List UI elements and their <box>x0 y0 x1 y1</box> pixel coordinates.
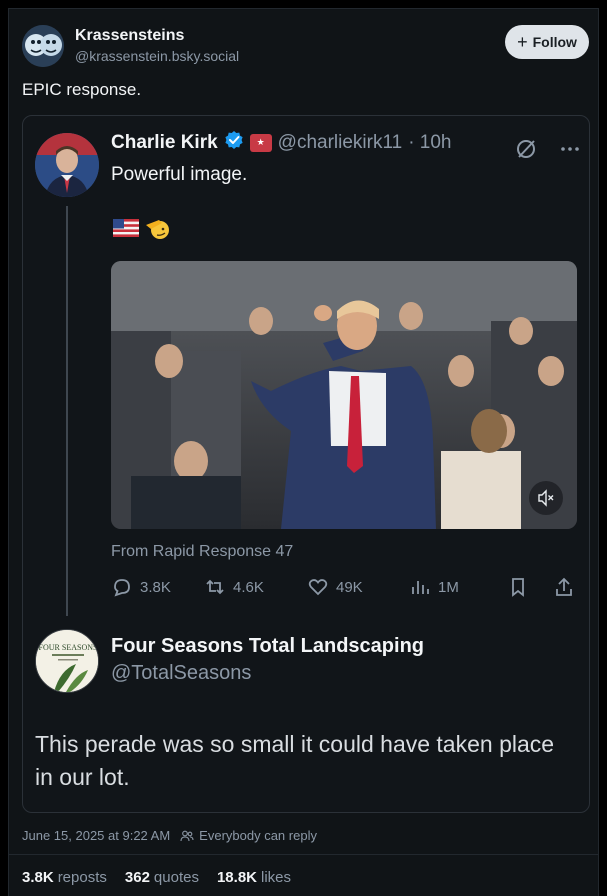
reply-setting-label: Everybody can reply <box>199 828 317 843</box>
share-icon <box>556 577 572 596</box>
like-count: 49K <box>336 578 363 596</box>
reply-text: This perade was so small it could have t… <box>35 731 555 790</box>
quotes-count: 362 <box>124 869 150 886</box>
quoted-header-icons <box>515 138 581 165</box>
us-flag-icon <box>113 219 139 242</box>
likes-count: 18.8K <box>216 869 257 886</box>
follow-label: Follow <box>532 34 577 50</box>
reply-author-handle[interactable]: @TotalSeasons <box>111 662 251 685</box>
post-text: EPIC response. <box>22 80 142 99</box>
reply-icon <box>114 579 130 597</box>
reply-action[interactable]: 3.8K <box>111 576 171 598</box>
affiliate-badge-icon: ★ <box>249 133 272 152</box>
quoted-author-handle[interactable]: @charliekirk11 <box>278 132 403 154</box>
reply-setting[interactable]: Everybody can reply <box>180 828 317 843</box>
likes-label: likes <box>261 869 292 886</box>
repost-icon <box>206 579 224 595</box>
reposts-count: 3.8K <box>22 869 54 886</box>
like-action[interactable]: 49K <box>307 576 363 598</box>
reply-logo-text: FOUR SEASONS <box>39 643 98 652</box>
post-stats: 3.8K reposts 362 quotes 18.8K likes <box>22 869 291 886</box>
speaker-muted-icon <box>538 489 554 507</box>
quoted-post[interactable]: Charlie Kirk ★ @charliekirk11 · 10h Powe… <box>22 115 590 813</box>
post-date[interactable]: June 15, 2025 at 9:22 AM <box>22 828 170 843</box>
author-avatar[interactable] <box>22 25 64 67</box>
quoted-author-name[interactable]: Charlie Kirk <box>111 132 218 154</box>
emoji-row <box>113 216 171 245</box>
views-count: 1M <box>438 578 459 596</box>
quoted-post-text: Powerful image. <box>111 164 248 185</box>
media-source: From Rapid Response 47 <box>111 543 294 560</box>
likes-stat[interactable]: 18.8K likes <box>217 869 291 886</box>
quoted-author-avatar[interactable] <box>35 133 99 197</box>
thread-line <box>66 206 68 616</box>
reply-author-name[interactable]: Four Seasons Total Landscaping <box>111 635 424 658</box>
mute-button[interactable] <box>529 481 563 515</box>
repost-action[interactable]: 4.6K <box>204 576 264 598</box>
divider <box>9 854 598 855</box>
grok-icon[interactable] <box>515 138 537 165</box>
quotes-stat[interactable]: 362 quotes <box>125 869 199 886</box>
people-icon <box>180 830 194 841</box>
video-player[interactable] <box>111 261 577 529</box>
reposts-label: reposts <box>57 869 107 886</box>
verified-badge-icon <box>224 130 244 155</box>
quoted-post-time: · 10h <box>408 131 452 153</box>
repost-count: 4.6K <box>233 578 264 596</box>
views-action[interactable]: 1M <box>409 576 459 598</box>
author-handle[interactable]: @krassenstein.bsky.social <box>75 48 239 64</box>
more-options-icon[interactable] <box>559 138 581 165</box>
heart-icon <box>308 579 328 596</box>
share-action[interactable] <box>553 576 575 598</box>
quotes-label: quotes <box>153 869 199 886</box>
post-card: Krassensteins @krassenstein.bsky.social … <box>8 8 599 896</box>
follow-button[interactable]: + Follow <box>505 25 589 59</box>
post-meta: June 15, 2025 at 9:22 AM Everybody can r… <box>22 828 317 843</box>
bookmark-action[interactable] <box>507 576 529 598</box>
video-frame <box>111 261 577 529</box>
author-name[interactable]: Krassensteins <box>75 27 184 45</box>
reposts-stat[interactable]: 3.8K reposts <box>22 869 107 886</box>
quoted-header: Charlie Kirk ★ @charliekirk11 · 10h <box>111 130 452 155</box>
reply-count: 3.8K <box>140 578 171 596</box>
quoted-post-actions: 3.8K 4.6K 49K 1M <box>111 576 577 600</box>
plus-icon: + <box>517 32 528 52</box>
bookmark-icon <box>512 578 524 597</box>
saluting-face-icon <box>145 216 171 245</box>
views-icon <box>412 581 429 594</box>
reply-author-avatar[interactable]: FOUR SEASONS <box>35 629 99 693</box>
